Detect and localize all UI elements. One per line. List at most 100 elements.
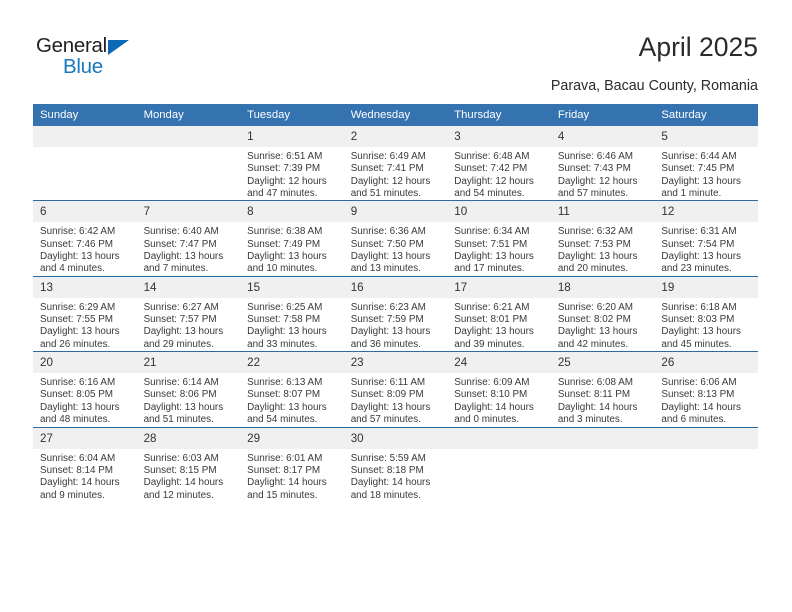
logo-text-blue: Blue [63,55,103,78]
calendar-day-cell[interactable]: 30 Sunrise: 5:59 AM Sunset: 8:18 PM Dayligh… [343,426,448,502]
calendar-day-cell[interactable]: 2 Sunrise: 6:49 AM Sunset: 7:41 PM Daylight… [343,126,448,201]
calendar-day-cell[interactable]: 23 Sunrise: 6:11 AM Sunset: 8:09 PM Dayligh… [343,351,448,427]
day-number: 9 [343,201,448,223]
day-number: 10 [447,201,551,223]
calendar-day-cell[interactable]: 10 Sunrise: 6:34 AM Sunset: 7:51 PM Dayligh… [447,200,551,277]
day-number [654,427,758,449]
daylight-text: Daylight: 12 hours and 51 minutes. [350,175,431,200]
calendar-day-cell[interactable]: 28 Sunrise: 6:03 AM Sunset: 8:15 PM Dayligh… [136,426,241,502]
day-number [33,126,137,147]
calendar-week-row: 6 Sunrise: 6:42 AM Sunset: 7:46 PM Daylight… [33,200,758,277]
sunset-text: Sunset: 7:39 PM [247,163,321,175]
sunset-text: Sunset: 7:42 PM [454,163,528,175]
day-sun-info: Sunrise: 6:18 AM Sunset: 8:03 PM Daylight:… [654,298,758,351]
day-sun-info: Sunrise: 6:48 AM Sunset: 7:42 PM Daylight:… [447,147,551,200]
calendar-day-cell[interactable]: 18 Sunrise: 6:20 AM Sunset: 8:02 PM Dayligh… [550,275,655,352]
sunset-text: Sunset: 8:17 PM [247,464,321,476]
day-number: 3 [447,126,551,147]
day-number: 11 [550,201,655,223]
day-sun-info: Sunrise: 6:09 AM Sunset: 8:10 PM Daylight:… [447,373,551,426]
daylight-text: Daylight: 14 hours and 18 minutes. [350,477,431,501]
sunset-text: Sunset: 7:43 PM [557,163,631,175]
calendar-day-cell[interactable]: 14 Sunrise: 6:27 AM Sunset: 7:57 PM Dayligh… [136,275,241,352]
page-header: General Blue April 2025 Parava, Bacau Co… [0,0,792,100]
sunrise-text: Sunrise: 6:16 AM [40,377,116,389]
daylight-text: Daylight: 13 hours and 39 minutes. [454,326,534,350]
calendar-day-cell[interactable]: 9 Sunrise: 6:36 AM Sunset: 7:50 PM Daylight… [343,200,448,277]
daylight-text: Daylight: 13 hours and 36 minutes. [350,326,431,350]
calendar-day-cell[interactable]: 4 Sunrise: 6:46 AM Sunset: 7:43 PM Daylight… [550,126,655,201]
day-number: 16 [343,276,448,298]
day-number: 19 [654,276,758,298]
sunset-text: Sunset: 7:47 PM [143,238,217,250]
day-sun-info: Sunrise: 6:21 AM Sunset: 8:01 PM Daylight:… [447,298,551,351]
day-number: 30 [343,427,448,449]
calendar-day-cell[interactable]: 17 Sunrise: 6:21 AM Sunset: 8:01 PM Dayligh… [447,275,551,352]
calendar-day-cell[interactable]: 5 Sunrise: 6:44 AM Sunset: 7:45 PM Daylight… [654,126,758,201]
weekday-header-row: Sunday Monday Tuesday Wednesday Thursday… [33,104,758,126]
sunrise-text: Sunrise: 6:46 AM [557,151,634,162]
calendar-day-cell-empty [447,426,551,502]
calendar-day-cell[interactable]: 15 Sunrise: 6:25 AM Sunset: 7:58 PM Dayligh… [240,275,344,352]
daylight-text: Daylight: 13 hours and 17 minutes. [454,251,534,275]
daylight-text: Daylight: 13 hours and 45 minutes. [661,326,741,350]
sunset-text: Sunset: 7:57 PM [143,314,217,326]
day-number: 24 [447,352,551,374]
day-number: 7 [136,201,241,223]
calendar-day-cell[interactable]: 8 Sunrise: 6:38 AM Sunset: 7:49 PM Daylight… [240,200,344,277]
day-number: 23 [343,352,448,374]
day-number: 1 [240,126,344,147]
calendar-day-cell[interactable]: 26 Sunrise: 6:06 AM Sunset: 8:13 PM Dayligh… [654,351,758,427]
column-header-thursday: Thursday [447,104,551,126]
calendar-day-cell[interactable]: 29 Sunrise: 6:01 AM Sunset: 8:17 PM Dayligh… [240,426,344,502]
day-number [136,126,241,147]
sunset-text: Sunset: 8:07 PM [247,389,321,401]
day-sun-info: Sunrise: 6:16 AM Sunset: 8:05 PM Daylight:… [33,373,137,426]
calendar-day-cell[interactable]: 11 Sunrise: 6:32 AM Sunset: 7:53 PM Dayligh… [550,200,655,277]
day-sun-info: Sunrise: 6:31 AM Sunset: 7:54 PM Daylight:… [654,222,758,275]
day-sun-info: Sunrise: 6:08 AM Sunset: 8:11 PM Daylight:… [551,373,655,426]
day-number: 12 [654,201,758,223]
day-number: 2 [343,126,448,147]
sunset-text: Sunset: 8:15 PM [143,464,217,476]
day-number [447,427,551,449]
sunset-text: Sunset: 7:45 PM [661,163,735,175]
calendar-day-cell[interactable]: 3 Sunrise: 6:48 AM Sunset: 7:42 PM Daylight… [447,126,551,201]
sunrise-text: Sunrise: 6:49 AM [350,151,426,162]
calendar-day-cell[interactable]: 6 Sunrise: 6:42 AM Sunset: 7:46 PM Daylight… [33,200,137,277]
calendar-day-cell[interactable]: 13 Sunrise: 6:29 AM Sunset: 7:55 PM Dayligh… [33,275,137,352]
day-sun-info: Sunrise: 6:13 AM Sunset: 8:07 PM Daylight:… [240,373,344,426]
calendar-day-cell[interactable]: 27 Sunrise: 6:04 AM Sunset: 8:14 PM Dayligh… [33,426,137,502]
sunrise-text: Sunrise: 5:59 AM [350,452,426,464]
daylight-text: Daylight: 14 hours and 3 minutes. [557,401,638,426]
day-number: 25 [550,352,655,374]
daylight-text: Daylight: 13 hours and 48 minutes. [40,401,120,426]
sunrise-text: Sunrise: 6:01 AM [247,452,323,464]
calendar-day-cell[interactable]: 20 Sunrise: 6:16 AM Sunset: 8:05 PM Dayligh… [33,351,137,427]
sunset-text: Sunset: 7:50 PM [350,238,424,250]
calendar-day-cell[interactable]: 19 Sunrise: 6:18 AM Sunset: 8:03 PM Dayligh… [654,275,758,352]
day-sun-info: Sunrise: 6:04 AM Sunset: 8:14 PM Daylight:… [33,449,137,502]
day-sun-info: Sunrise: 6:46 AM Sunset: 7:43 PM Daylight:… [551,147,655,200]
calendar-day-cell[interactable]: 1 Sunrise: 6:51 AM Sunset: 7:39 PM Daylight… [240,126,344,201]
calendar-day-cell[interactable]: 22 Sunrise: 6:13 AM Sunset: 8:07 PM Dayligh… [240,351,344,427]
calendar-day-cell[interactable]: 16 Sunrise: 6:23 AM Sunset: 7:59 PM Dayligh… [343,275,448,352]
day-sun-info: Sunrise: 6:14 AM Sunset: 8:06 PM Daylight:… [137,373,241,426]
calendar-day-cell[interactable]: 25 Sunrise: 6:08 AM Sunset: 8:11 PM Dayligh… [550,351,655,427]
calendar-week-row: 27 Sunrise: 6:04 AM Sunset: 8:14 PM Dayligh… [33,426,758,502]
sunset-text: Sunset: 7:41 PM [350,163,424,175]
column-header-tuesday: Tuesday [240,104,344,126]
calendar-day-cell[interactable]: 12 Sunrise: 6:31 AM Sunset: 7:54 PM Dayligh… [654,200,758,277]
sunrise-text: Sunrise: 6:18 AM [661,301,737,313]
calendar-day-cell[interactable]: 24 Sunrise: 6:09 AM Sunset: 8:10 PM Dayligh… [447,351,551,427]
day-sun-info: Sunrise: 6:51 AM Sunset: 7:39 PM Daylight:… [240,147,344,200]
calendar-week-row: 13 Sunrise: 6:29 AM Sunset: 7:55 PM Dayligh… [33,275,758,352]
daylight-text: Daylight: 12 hours and 54 minutes. [454,175,534,200]
calendar-header-row: Sunday Monday Tuesday Wednesday Thursday… [33,104,758,126]
calendar-day-cell[interactable]: 7 Sunrise: 6:40 AM Sunset: 7:47 PM Daylight… [136,200,241,277]
daylight-text: Daylight: 13 hours and 13 minutes. [350,251,431,275]
daylight-text: Daylight: 14 hours and 6 minutes. [661,401,741,426]
sunset-text: Sunset: 8:10 PM [454,389,528,401]
calendar-day-cell[interactable]: 21 Sunrise: 6:14 AM Sunset: 8:06 PM Dayligh… [136,351,241,427]
day-number: 15 [240,276,344,298]
